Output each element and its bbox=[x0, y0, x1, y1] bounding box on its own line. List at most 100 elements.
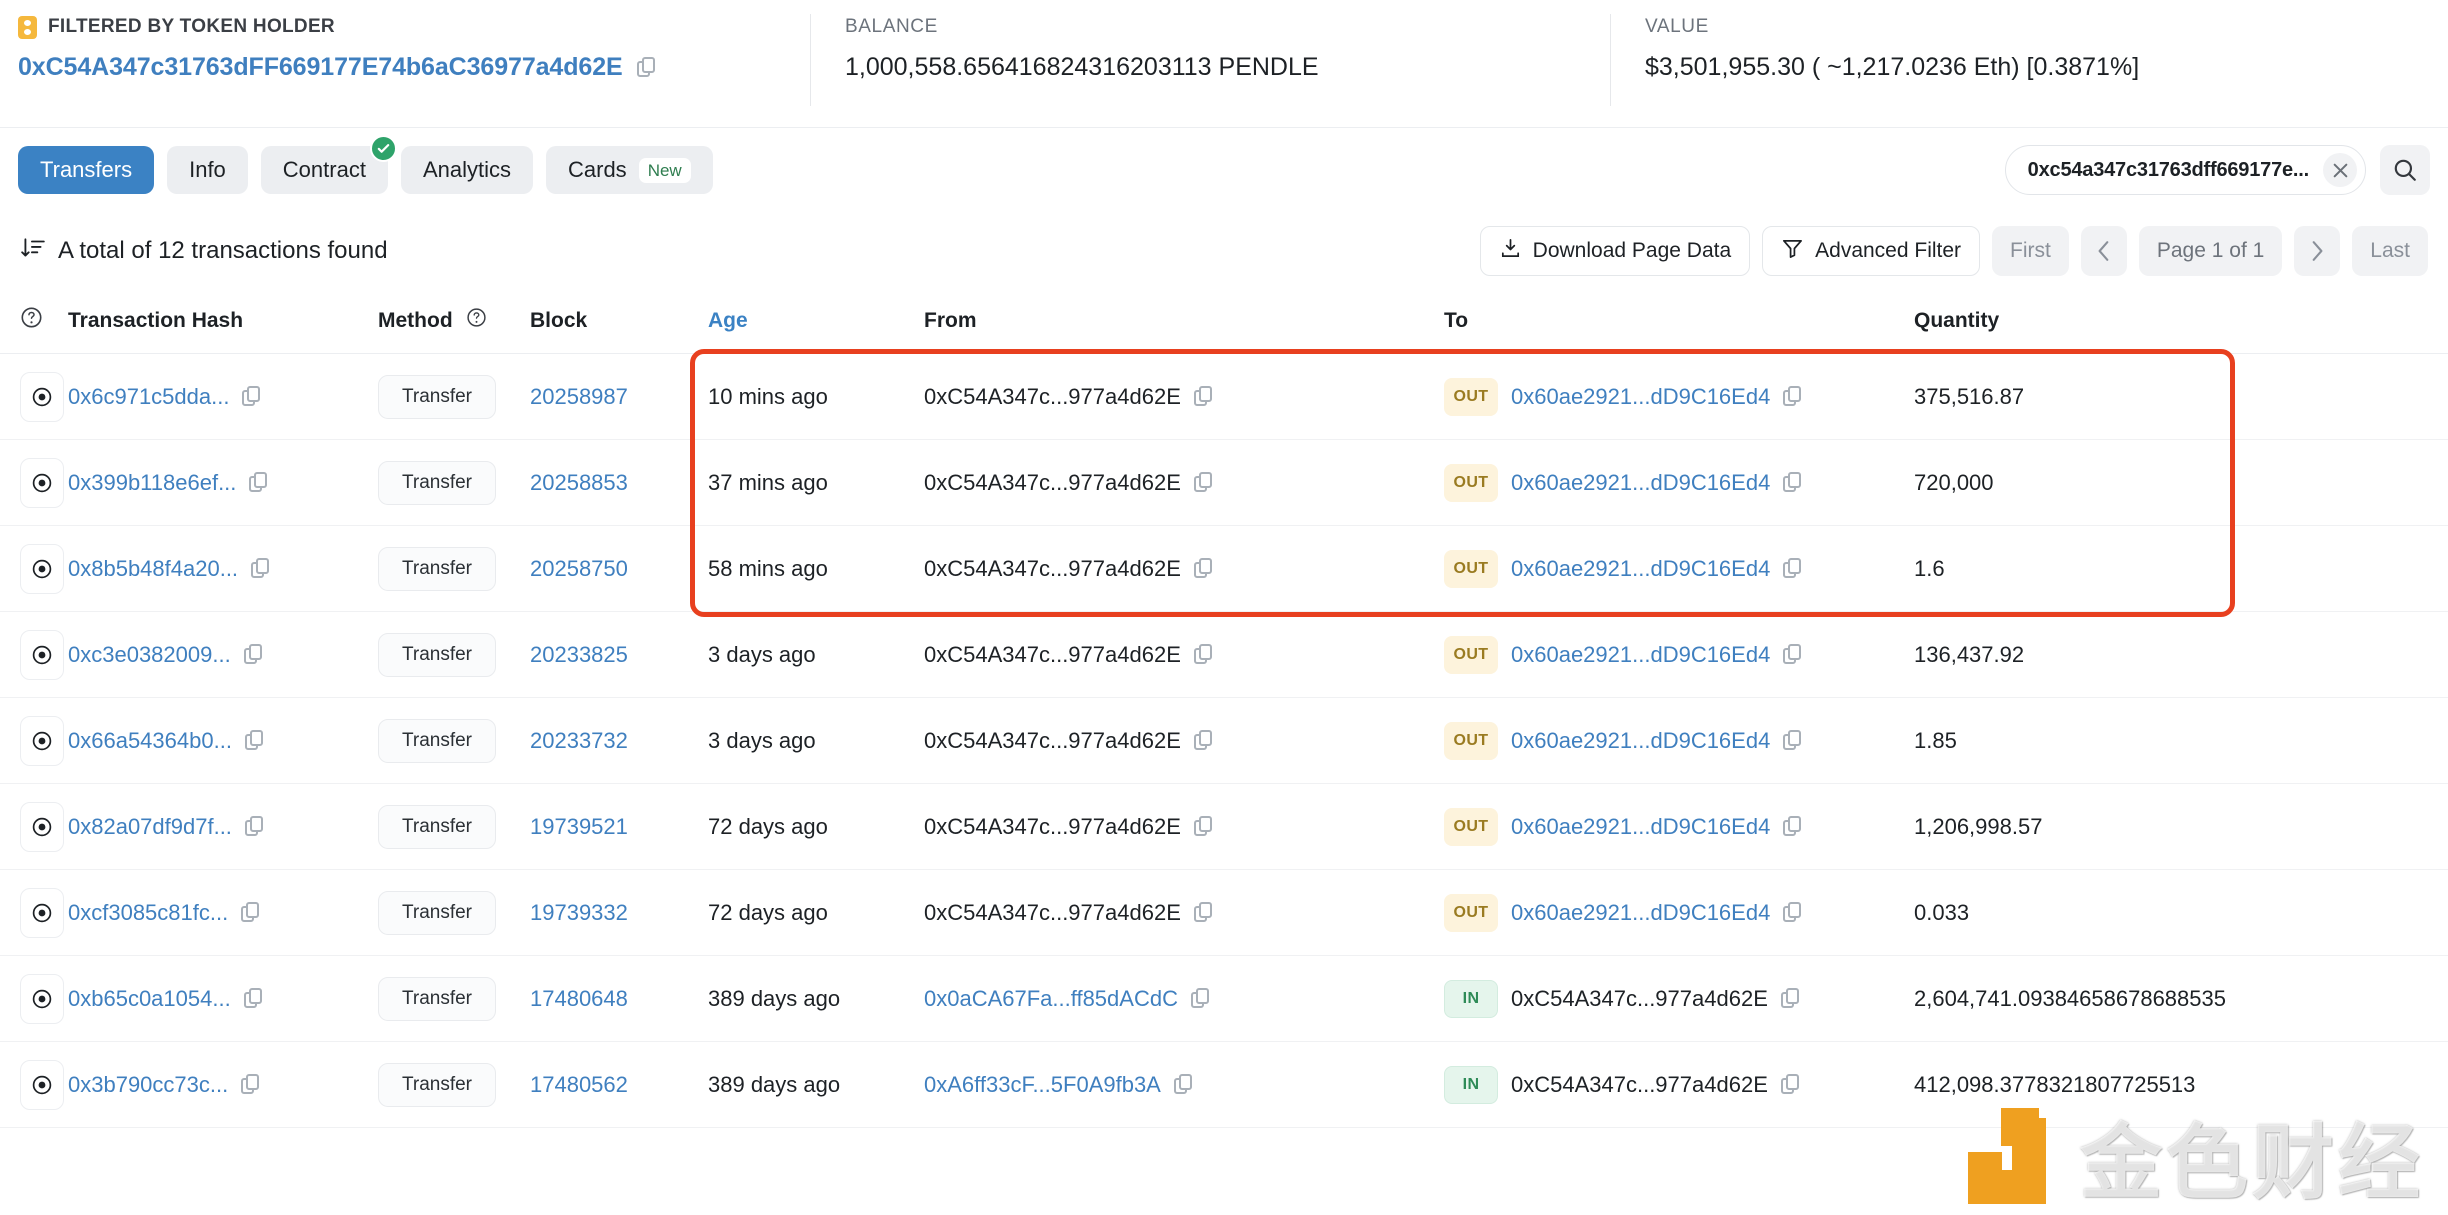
tab-cards[interactable]: Cards New bbox=[546, 146, 713, 194]
to-address[interactable]: 0x60ae2921...dD9C16Ed4 bbox=[1511, 728, 1770, 754]
table-toolbar: A total of 12 transactions found Downloa… bbox=[0, 212, 2448, 294]
block-number-link[interactable]: 17480562 bbox=[530, 1072, 628, 1097]
copy-icon[interactable] bbox=[1193, 901, 1214, 924]
block-number-link[interactable]: 20258750 bbox=[530, 556, 628, 581]
copy-icon[interactable] bbox=[1783, 385, 1803, 408]
download-page-data-button[interactable]: Download Page Data bbox=[1479, 226, 1751, 276]
sort-descending-icon[interactable] bbox=[20, 235, 46, 268]
from-address[interactable]: 0x0aCA67Fa...ff85dACdC bbox=[924, 986, 1178, 1012]
eye-icon[interactable] bbox=[20, 715, 64, 766]
transaction-hash-link[interactable]: 0xcf3085c81fc... bbox=[68, 900, 228, 926]
copy-icon[interactable] bbox=[1783, 729, 1803, 752]
copy-icon[interactable] bbox=[1193, 729, 1214, 752]
copy-icon[interactable] bbox=[1193, 815, 1214, 838]
copy-icon[interactable] bbox=[1783, 471, 1803, 494]
copy-icon[interactable] bbox=[249, 471, 269, 494]
eye-icon[interactable] bbox=[20, 457, 64, 508]
tab-contract[interactable]: Contract bbox=[260, 135, 397, 194]
transaction-hash-link[interactable]: 0x8b5b48f4a20... bbox=[68, 556, 238, 582]
copy-icon[interactable] bbox=[243, 643, 264, 666]
copy-icon[interactable] bbox=[1193, 471, 1214, 494]
method-badge: Transfer bbox=[378, 546, 496, 591]
advanced-filter-button[interactable]: Advanced Filter bbox=[1762, 226, 1981, 276]
close-icon[interactable] bbox=[2323, 153, 2357, 187]
copy-icon[interactable] bbox=[636, 56, 657, 79]
copy-icon[interactable] bbox=[1193, 557, 1214, 580]
transaction-hash-link[interactable]: 0xc3e0382009... bbox=[68, 642, 231, 668]
to-address[interactable]: 0x60ae2921...dD9C16Ed4 bbox=[1511, 814, 1770, 840]
question-circle-icon[interactable] bbox=[466, 307, 487, 334]
eye-icon[interactable] bbox=[20, 973, 64, 1024]
copy-icon[interactable] bbox=[1190, 987, 1211, 1010]
block-number-link[interactable]: 17480648 bbox=[530, 986, 628, 1011]
pagination-last-button[interactable]: Last bbox=[2352, 226, 2428, 276]
tab-analytics[interactable]: Analytics bbox=[400, 146, 533, 194]
transactions-table-wrapper: Transaction Hash Method Block Age From T… bbox=[0, 294, 2448, 1128]
from-address: 0xC54A347c...977a4d62E bbox=[924, 469, 1181, 495]
eye-icon[interactable] bbox=[20, 371, 64, 422]
eye-icon[interactable] bbox=[20, 629, 64, 680]
chevron-right-icon[interactable] bbox=[2294, 226, 2341, 276]
to-address[interactable]: 0x60ae2921...dD9C16Ed4 bbox=[1511, 900, 1770, 926]
copy-icon[interactable] bbox=[1193, 643, 1214, 666]
token-holder-address-link[interactable]: 0xC54A347c31763dFF669177E74b6aC36977a4d6… bbox=[18, 53, 623, 82]
block-number-link[interactable]: 20233825 bbox=[530, 642, 628, 667]
search-input[interactable]: 0xc54a347c31763dff669177e... bbox=[2004, 145, 2366, 195]
row-from-cell: 0xC54A347c...977a4d62E bbox=[924, 783, 1444, 870]
copy-icon[interactable] bbox=[244, 729, 265, 752]
tab-info[interactable]: Info bbox=[167, 146, 248, 194]
row-to-cell: OUT 0x60ae2921...dD9C16Ed4 bbox=[1444, 439, 1914, 526]
copy-icon[interactable] bbox=[244, 815, 265, 838]
copy-icon[interactable] bbox=[1783, 643, 1803, 666]
method-badge: Transfer bbox=[378, 374, 496, 419]
transaction-hash-link[interactable]: 0x66a54364b0... bbox=[68, 728, 232, 754]
copy-icon[interactable] bbox=[243, 987, 264, 1010]
pagination-first-button[interactable]: First bbox=[1992, 226, 2069, 276]
to-address[interactable]: 0x60ae2921...dD9C16Ed4 bbox=[1511, 642, 1770, 668]
row-method-cell: Transfer bbox=[378, 955, 530, 1042]
header-quantity: Quantity bbox=[1914, 294, 2448, 354]
to-address[interactable]: 0x60ae2921...dD9C16Ed4 bbox=[1511, 556, 1770, 582]
copy-icon[interactable] bbox=[1193, 385, 1214, 408]
filter-label-row: FILTERED BY TOKEN HOLDER bbox=[18, 14, 776, 40]
copy-icon[interactable] bbox=[242, 385, 262, 408]
copy-icon[interactable] bbox=[1783, 815, 1803, 838]
to-address[interactable]: 0x60ae2921...dD9C16Ed4 bbox=[1511, 384, 1770, 410]
transaction-hash-link[interactable]: 0x6c971c5dda... bbox=[68, 384, 229, 410]
to-address[interactable]: 0x60ae2921...dD9C16Ed4 bbox=[1511, 470, 1770, 496]
header-age[interactable]: Age bbox=[708, 294, 924, 354]
question-circle-icon[interactable] bbox=[20, 307, 43, 334]
eye-icon[interactable] bbox=[20, 1059, 64, 1110]
eye-icon[interactable] bbox=[20, 801, 64, 852]
copy-icon[interactable] bbox=[1780, 1073, 1801, 1096]
transaction-hash-link[interactable]: 0xb65c0a1054... bbox=[68, 986, 231, 1012]
block-number-link[interactable]: 20258853 bbox=[530, 470, 628, 495]
tab-transfers[interactable]: Transfers bbox=[18, 146, 155, 194]
eye-icon[interactable] bbox=[20, 887, 64, 938]
table-row: 0xc3e0382009... Transfer 20233825 3 days ag… bbox=[0, 611, 2448, 698]
transaction-hash-link[interactable]: 0x399b118e6ef... bbox=[68, 470, 236, 496]
copy-icon[interactable] bbox=[241, 901, 261, 924]
copy-icon[interactable] bbox=[241, 1073, 261, 1096]
eye-icon[interactable] bbox=[20, 543, 64, 594]
copy-icon[interactable] bbox=[1173, 1073, 1194, 1096]
block-number-link[interactable]: 20258987 bbox=[530, 384, 628, 409]
row-block-cell: 20233825 bbox=[530, 611, 708, 698]
chevron-left-icon[interactable] bbox=[2080, 226, 2127, 276]
copy-icon[interactable] bbox=[1783, 557, 1803, 580]
row-hash-cell: 0x6c971c5dda... bbox=[68, 353, 378, 440]
search-icon[interactable] bbox=[2380, 145, 2430, 195]
copy-icon[interactable] bbox=[1780, 987, 1801, 1010]
direction-badge: OUT bbox=[1444, 377, 1498, 416]
transaction-hash-link[interactable]: 0x3b790cc73c... bbox=[68, 1072, 228, 1098]
transaction-hash-link[interactable]: 0x82a07df9d7f... bbox=[68, 814, 232, 840]
copy-icon[interactable] bbox=[1783, 901, 1803, 924]
block-number-link[interactable]: 19739332 bbox=[530, 900, 628, 925]
row-method-cell: Transfer bbox=[378, 353, 530, 440]
table-row: 0x8b5b48f4a20... Transfer 20258750 58 mins … bbox=[0, 525, 2448, 612]
block-number-link[interactable]: 20233732 bbox=[530, 728, 628, 753]
from-address[interactable]: 0xA6ff33cF...5F0A9fb3A bbox=[924, 1072, 1161, 1098]
row-method-cell: Transfer bbox=[378, 1041, 530, 1128]
copy-icon[interactable] bbox=[251, 557, 271, 580]
block-number-link[interactable]: 19739521 bbox=[530, 814, 628, 839]
